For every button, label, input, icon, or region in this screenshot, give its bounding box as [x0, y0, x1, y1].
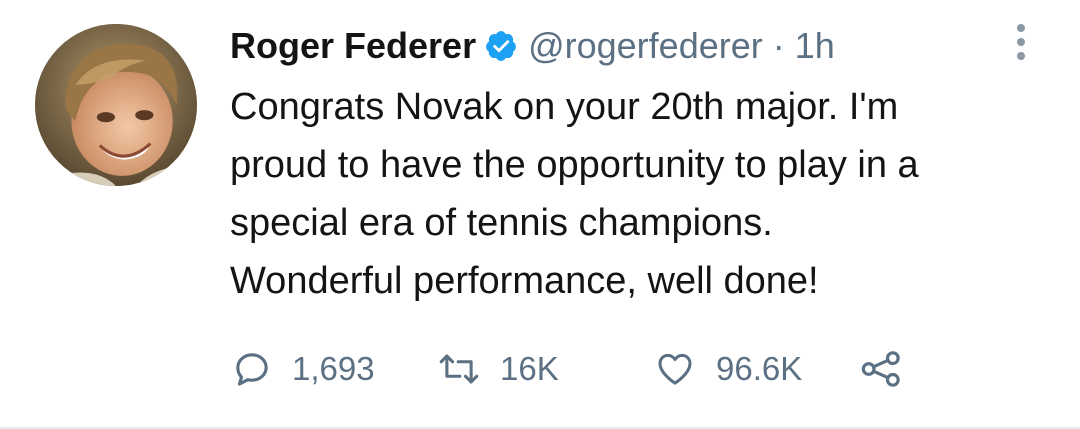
display-name[interactable]: Roger Federer [230, 25, 476, 67]
timestamp[interactable]: 1h [795, 25, 835, 67]
tweet-text-line: Congrats Novak on your 20th major. I'm [230, 86, 899, 128]
heart-icon [658, 353, 692, 385]
tweet-header: Roger Federer @rogerfederer · 1h [230, 22, 835, 70]
share-button[interactable] [860, 345, 904, 393]
separator-dot: · [772, 25, 785, 66]
tweet-text-line: Wonderful performance, well done! [230, 260, 819, 302]
retweet-icon [439, 354, 479, 384]
retweet-count: 16K [500, 350, 559, 387]
verified-badge-icon [484, 29, 518, 63]
tweet-text-line: special era of tennis champions. [230, 202, 773, 244]
avatar[interactable] [35, 24, 197, 186]
tweet-text-line: proud to have the opportunity to play in… [230, 144, 919, 186]
like-button[interactable]: 96.6K [654, 345, 802, 393]
like-count: 96.6K [716, 350, 803, 387]
profile-photo-icon [35, 24, 197, 186]
action-bar: 1,693 16K 96.6K [232, 345, 932, 393]
reply-count: 1,693 [292, 350, 375, 387]
share-icon [861, 351, 900, 387]
tweet-text: Congrats Novak on your 20th major. I'm p… [230, 78, 1060, 310]
user-handle[interactable]: @rogerfederer [528, 25, 763, 67]
more-options-icon[interactable] [1006, 20, 1036, 64]
retweet-button[interactable]: 16K [438, 345, 559, 393]
reply-icon [236, 353, 268, 386]
reply-button[interactable]: 1,693 [232, 345, 375, 393]
tweet-card[interactable]: Roger Federer @rogerfederer · 1h Congrat… [0, 0, 1080, 429]
